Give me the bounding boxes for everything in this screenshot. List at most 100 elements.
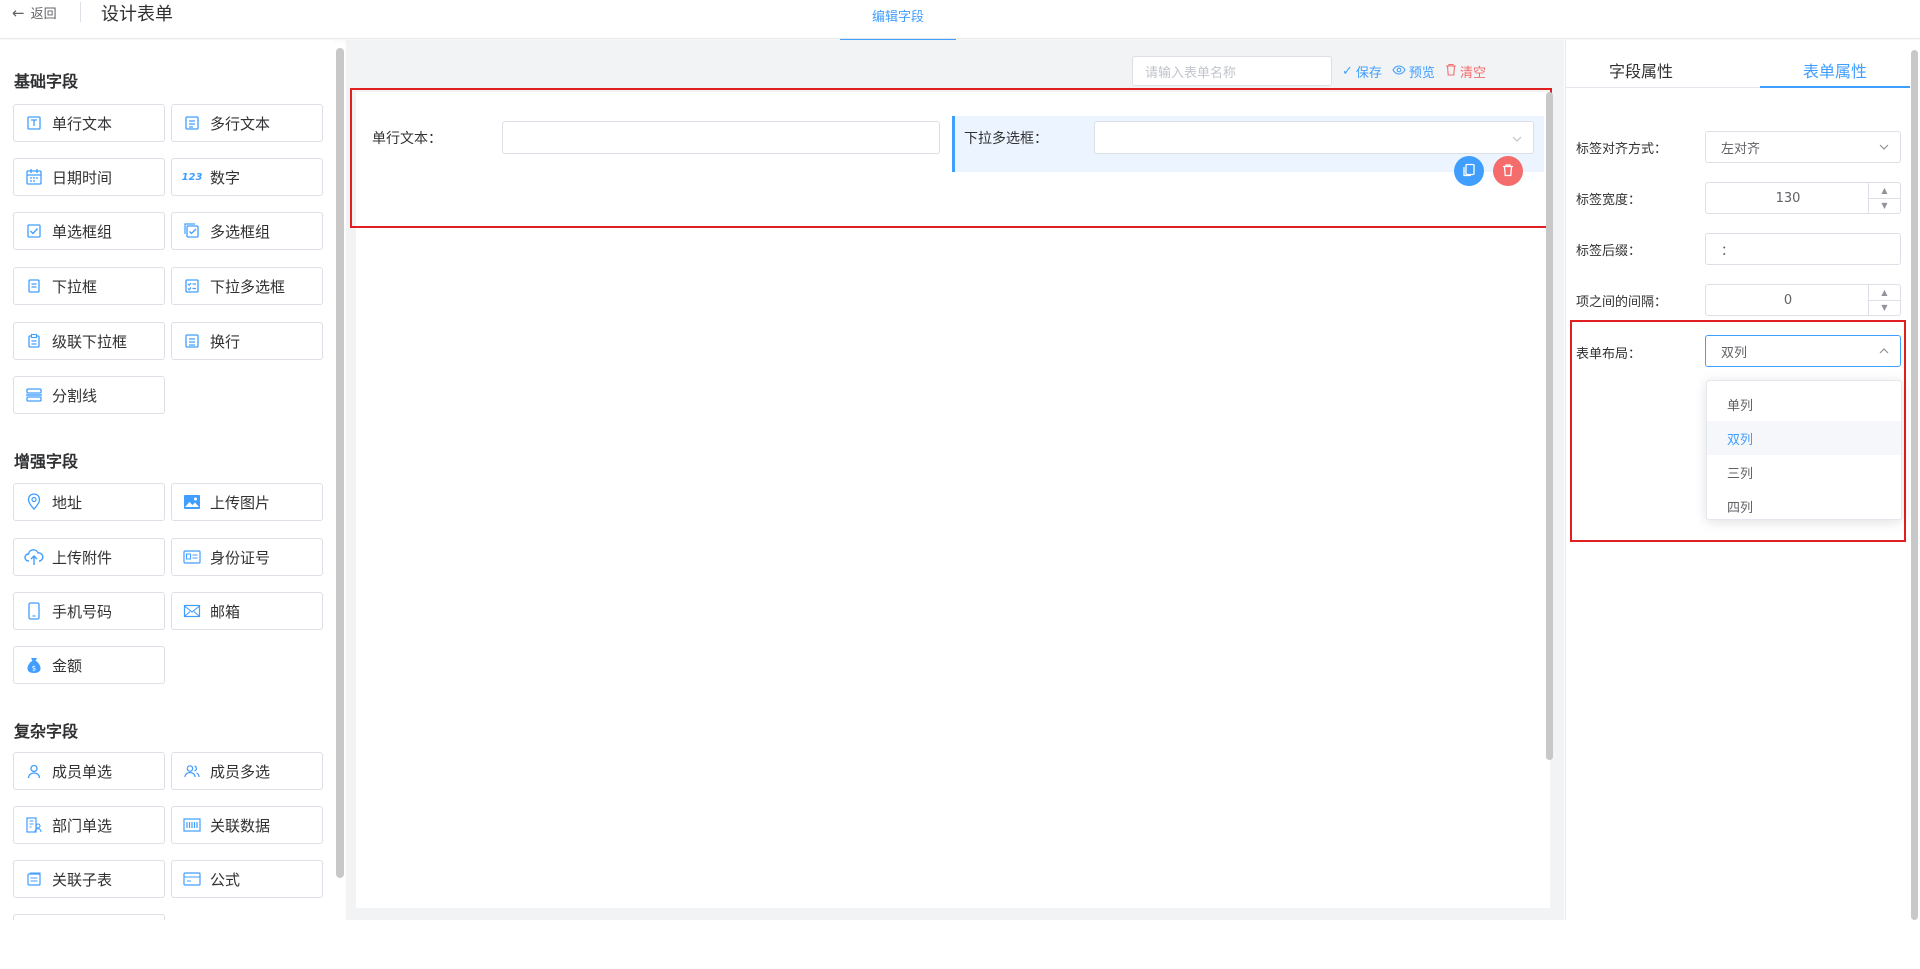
layout-option[interactable]: 单列 — [1707, 387, 1901, 421]
field-member-multi[interactable]: 成员多选 — [171, 752, 323, 790]
calendar-icon — [24, 167, 44, 187]
text-box-icon — [24, 113, 44, 133]
copy-field-button[interactable] — [1454, 156, 1484, 186]
field-id-card[interactable]: 身份证号 — [171, 538, 323, 576]
paragraph-icon — [182, 113, 202, 133]
chevron-down-icon[interactable]: ▼ — [1869, 301, 1900, 316]
chevron-down-icon — [1878, 141, 1890, 157]
field-department-single[interactable]: 部门单选 — [13, 806, 165, 844]
label-width-label: 标签宽度： — [1576, 193, 1642, 208]
field-checkbox-group[interactable]: 多选框组 — [171, 212, 323, 250]
field-address[interactable]: 地址 — [13, 483, 165, 521]
field-single-text[interactable]: 单行文本 — [13, 104, 165, 142]
group-title-basic: 基础字段 — [14, 72, 79, 91]
layout-option[interactable]: 三列 — [1707, 455, 1901, 489]
field-linked-subtable[interactable]: 关联子表 — [13, 860, 165, 898]
barcode-icon — [182, 815, 202, 835]
chevron-up-icon — [1878, 345, 1890, 361]
stepper-arrows[interactable]: ▲ ▼ — [1868, 183, 1900, 213]
field-partial-more[interactable] — [13, 914, 165, 920]
canvas-scrollbar[interactable] — [1546, 92, 1553, 760]
field-upload-file[interactable]: 上传附件 — [13, 538, 165, 576]
trash-icon — [1501, 162, 1515, 181]
tab-field-properties[interactable]: 字段属性 — [1566, 58, 1716, 88]
field-formula[interactable]: 公式 — [171, 860, 323, 898]
field-select[interactable]: 下拉框 — [13, 267, 165, 305]
label-suffix-label: 标签后缀： — [1576, 244, 1642, 259]
layout-option[interactable]: 四列 — [1707, 489, 1901, 523]
label-align-label: 标签对齐方式： — [1576, 142, 1668, 157]
field-line-break[interactable]: 换行 — [171, 322, 323, 360]
layout-select[interactable]: 双列 — [1705, 335, 1901, 367]
chevron-down-icon[interactable]: ▼ — [1869, 199, 1900, 214]
check-icon: ✓ — [1342, 63, 1353, 79]
image-icon — [182, 492, 202, 512]
field-divider[interactable]: 分割线 — [13, 376, 165, 414]
field-mobile[interactable]: 手机号码 — [13, 592, 165, 630]
delete-field-button[interactable] — [1493, 156, 1523, 186]
divider-icon — [24, 385, 44, 405]
multi-check-icon — [182, 221, 202, 241]
clear-button[interactable]: 清空 — [1445, 62, 1486, 81]
preview-button[interactable]: 预览 — [1392, 62, 1435, 81]
palette-scrollbar[interactable] — [336, 48, 344, 878]
field-palette: 基础字段 单行文本 多行文本 日期时间 123 数字 单选框组 多选框组 下拉框… — [0, 40, 334, 920]
id-card-icon — [182, 547, 202, 567]
user-icon — [24, 761, 44, 781]
trash-icon — [1445, 63, 1457, 80]
phone-icon — [24, 601, 44, 621]
clipboard-icon — [24, 331, 44, 351]
field-cascader[interactable]: 级联下拉框 — [13, 322, 165, 360]
document-icon — [24, 276, 44, 296]
formula-card-icon — [182, 869, 202, 889]
form-name-input[interactable]: 请输入表单名称 — [1132, 56, 1332, 86]
item-gap-stepper[interactable]: 0 ▲ ▼ — [1705, 284, 1901, 316]
label-align-select[interactable]: 左对齐 — [1705, 131, 1901, 163]
back-button[interactable]: ← 返回 — [12, 3, 57, 23]
group-title-complex: 复杂字段 — [14, 722, 79, 741]
field-member-single[interactable]: 成员单选 — [13, 752, 165, 790]
layout-label: 表单布局： — [1576, 347, 1642, 362]
tab-form-properties[interactable]: 表单属性 — [1760, 58, 1910, 88]
checkbox-checked-icon — [24, 221, 44, 241]
money-bag-icon: $ — [24, 655, 44, 675]
layout-option-selected[interactable]: 双列 — [1707, 421, 1901, 455]
cloud-upload-icon — [24, 547, 44, 567]
properties-scrollbar[interactable] — [1911, 50, 1918, 920]
single-text-input[interactable] — [502, 121, 940, 154]
page-title: 设计表单 — [101, 4, 173, 25]
stepper-arrows[interactable]: ▲ ▼ — [1868, 285, 1900, 315]
field-upload-image[interactable]: 上传图片 — [171, 483, 323, 521]
svg-text:$: $ — [32, 665, 36, 673]
list-icon — [182, 331, 202, 351]
layout-dropdown: 单列 双列 三列 四列 — [1706, 380, 1902, 520]
field2-label: 下拉多选框： — [964, 131, 1048, 147]
chevron-up-icon[interactable]: ▲ — [1869, 285, 1900, 301]
label-width-stepper[interactable]: 130 ▲ ▼ — [1705, 182, 1901, 214]
field-number[interactable]: 123 数字 — [171, 158, 323, 196]
field-multi-text[interactable]: 多行文本 — [171, 104, 323, 142]
header-divider — [80, 2, 81, 22]
checklist-icon — [182, 276, 202, 296]
field-datetime[interactable]: 日期时间 — [13, 158, 165, 196]
multi-select-input[interactable] — [1094, 121, 1534, 154]
field-multi-select[interactable]: 下拉多选框 — [171, 267, 323, 305]
copy-icon — [1462, 162, 1476, 181]
label-suffix-input[interactable]: ： — [1705, 233, 1901, 265]
top-header: ← 返回 设计表单 编辑字段 — [0, 0, 1920, 42]
tab-edit-fields[interactable]: 编辑字段 — [840, 0, 956, 42]
group-title-enhanced: 增强字段 — [14, 452, 79, 471]
chevron-up-icon[interactable]: ▲ — [1869, 183, 1900, 199]
back-label: 返回 — [30, 7, 57, 22]
field1-label: 单行文本： — [372, 131, 442, 147]
envelope-icon — [182, 601, 202, 621]
field-radio-group[interactable]: 单选框组 — [13, 212, 165, 250]
table-icon — [24, 869, 44, 889]
canvas-toolbar: 请输入表单名称 ✓ 保存 预览 清空 — [1132, 56, 1486, 86]
field-email[interactable]: 邮箱 — [171, 592, 323, 630]
save-button[interactable]: ✓ 保存 — [1342, 62, 1382, 81]
active-tab-indicator — [1760, 86, 1910, 88]
department-icon — [24, 815, 44, 835]
field-linked-data[interactable]: 关联数据 — [171, 806, 323, 844]
field-amount[interactable]: $ 金额 — [13, 646, 165, 684]
